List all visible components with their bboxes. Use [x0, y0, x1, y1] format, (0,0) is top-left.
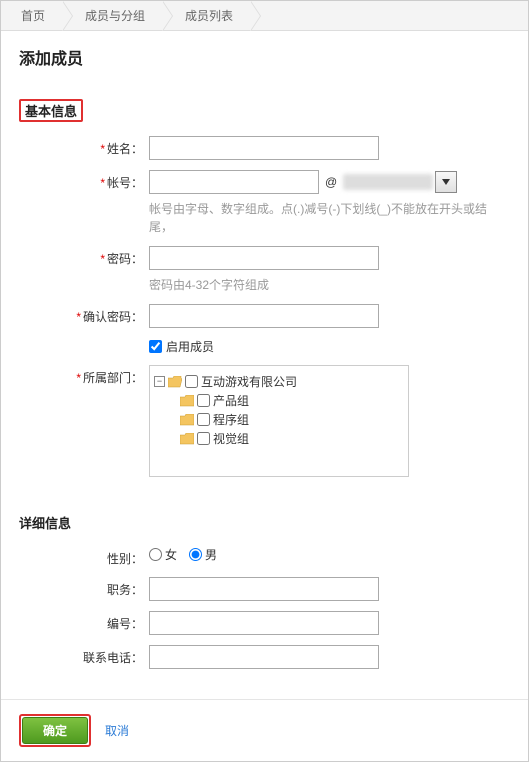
cancel-link[interactable]: 取消 [105, 722, 129, 739]
gender-male-radio[interactable] [189, 548, 202, 561]
row-account: *帐号： @ 帐号由字母、数字组成。点(.)减号(-)下划线(_)不能放在开头或… [19, 170, 510, 236]
enable-member-checkbox[interactable] [149, 340, 162, 353]
app-window: 首页 成员与分组 成员列表 添加成员 基本信息 *姓名： *帐号： @ [0, 0, 529, 762]
form-footer: 确定 取消 [1, 699, 528, 761]
row-enable: 启用成员 [19, 338, 510, 355]
code-input[interactable] [149, 611, 379, 635]
confirm-password-input[interactable] [149, 304, 379, 328]
tree-item-checkbox[interactable] [197, 413, 210, 426]
row-gender: 性别： 女 男 [19, 546, 510, 567]
row-confirm: *确认密码： [19, 304, 510, 328]
tree-item-checkbox[interactable] [197, 394, 210, 407]
hint-password: 密码由4-32个字符组成 [149, 276, 510, 294]
tree-item-label[interactable]: 程序组 [213, 411, 249, 428]
chevron-right-icon [63, 1, 73, 31]
row-position: 职务： [19, 577, 510, 601]
chevron-down-icon [442, 179, 450, 185]
phone-input[interactable] [149, 645, 379, 669]
gender-female-radio[interactable] [149, 548, 162, 561]
label-code: 编号： [107, 617, 143, 631]
section-basic-info: 基本信息 [19, 99, 83, 122]
password-input[interactable] [149, 246, 379, 270]
breadcrumb: 首页 成员与分组 成员列表 [1, 1, 528, 31]
tree-root-checkbox[interactable] [185, 375, 198, 388]
tree-item: 视觉组 [154, 429, 404, 448]
tree-root-row: − 互动游戏有限公司 [154, 372, 404, 391]
breadcrumb-home[interactable]: 首页 [9, 1, 63, 31]
domain-dropdown[interactable] [435, 171, 457, 193]
ok-button[interactable]: 确定 [22, 717, 88, 744]
account-input[interactable] [149, 170, 319, 194]
name-input[interactable] [149, 136, 379, 160]
page-title: 添加成员 [19, 45, 510, 69]
tree-toggle[interactable]: − [154, 376, 165, 387]
label-dept: 所属部门： [83, 371, 143, 385]
dept-tree: − 互动游戏有限公司 产品组 程序组 [149, 365, 409, 477]
label-password: 密码： [107, 252, 143, 266]
label-account: 帐号： [107, 176, 143, 190]
tree-item: 产品组 [154, 391, 404, 410]
ok-highlight: 确定 [19, 714, 91, 747]
row-password: *密码： 密码由4-32个字符组成 [19, 246, 510, 294]
breadcrumb-member-list[interactable]: 成员列表 [173, 1, 251, 31]
tree-item-label[interactable]: 产品组 [213, 392, 249, 409]
form-content: 添加成员 基本信息 *姓名： *帐号： @ 帐号由字母、数 [1, 31, 528, 699]
label-name: 姓名： [107, 142, 143, 156]
breadcrumb-members-groups[interactable]: 成员与分组 [73, 1, 163, 31]
gender-female-label: 女 [165, 546, 177, 563]
domain-blurred [343, 174, 433, 190]
folder-open-icon [168, 376, 182, 388]
hint-account: 帐号由字母、数字组成。点(.)减号(-)下划线(_)不能放在开头或结尾， [149, 200, 510, 236]
folder-icon [180, 433, 194, 445]
tree-item: 程序组 [154, 410, 404, 429]
folder-icon [180, 395, 194, 407]
label-enable: 启用成员 [166, 338, 214, 355]
row-dept: *所属部门： − 互动游戏有限公司 产品组 [19, 365, 510, 477]
chevron-right-icon [163, 1, 173, 31]
position-input[interactable] [149, 577, 379, 601]
label-phone: 联系电话： [83, 651, 143, 665]
tree-item-checkbox[interactable] [197, 432, 210, 445]
gender-male-label: 男 [205, 546, 217, 563]
tree-root-label[interactable]: 互动游戏有限公司 [201, 373, 297, 390]
label-confirm: 确认密码： [83, 310, 143, 324]
at-symbol: @ [325, 175, 337, 189]
label-position: 职务： [107, 583, 143, 597]
chevron-right-icon [251, 1, 261, 31]
section-detail-info: 详细信息 [19, 513, 71, 532]
row-name: *姓名： [19, 136, 510, 160]
row-code: 编号： [19, 611, 510, 635]
row-phone: 联系电话： [19, 645, 510, 669]
tree-item-label[interactable]: 视觉组 [213, 430, 249, 447]
label-gender: 性别： [107, 552, 143, 566]
folder-icon [180, 414, 194, 426]
